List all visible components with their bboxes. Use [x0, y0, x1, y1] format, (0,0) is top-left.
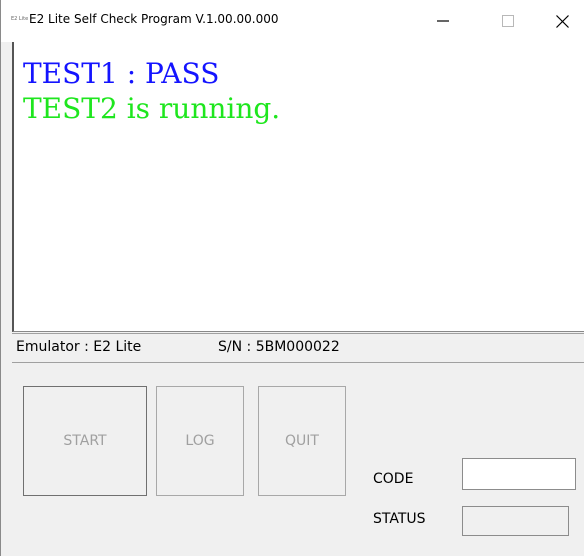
emulator-label: Emulator : E2 Lite [16, 339, 142, 355]
status-field [462, 506, 569, 536]
code-field[interactable] [462, 458, 576, 490]
console-line-test1: TEST1 : PASS [23, 57, 220, 90]
log-button[interactable]: LOG [156, 386, 244, 496]
status-label: STATUS [373, 511, 426, 527]
device-info-bar: Emulator : E2 Lite S/N : 5BM000022 [12, 333, 584, 363]
app-logo-icon: E2 Lite [11, 16, 29, 22]
app-window: E2 Lite E2 Lite Self Check Program V.1.0… [0, 0, 584, 556]
start-button[interactable]: START [23, 386, 147, 496]
window-title: E2 Lite Self Check Program V.1.00.00.000 [29, 12, 279, 26]
serial-number-label: S/N : 5BM000022 [218, 339, 340, 355]
minimize-button[interactable] [420, 0, 466, 42]
minimize-icon [437, 20, 449, 22]
close-icon [555, 14, 569, 28]
maximize-icon [502, 15, 514, 27]
output-console: TEST1 : PASS TEST2 is running. [12, 42, 584, 332]
code-label: CODE [373, 471, 414, 487]
title-bar[interactable]: E2 Lite E2 Lite Self Check Program V.1.0… [1, 0, 584, 42]
console-line-test2: TEST2 is running. [23, 92, 281, 125]
maximize-button[interactable] [485, 0, 531, 42]
quit-button[interactable]: QUIT [258, 386, 346, 496]
close-button[interactable] [539, 0, 584, 42]
